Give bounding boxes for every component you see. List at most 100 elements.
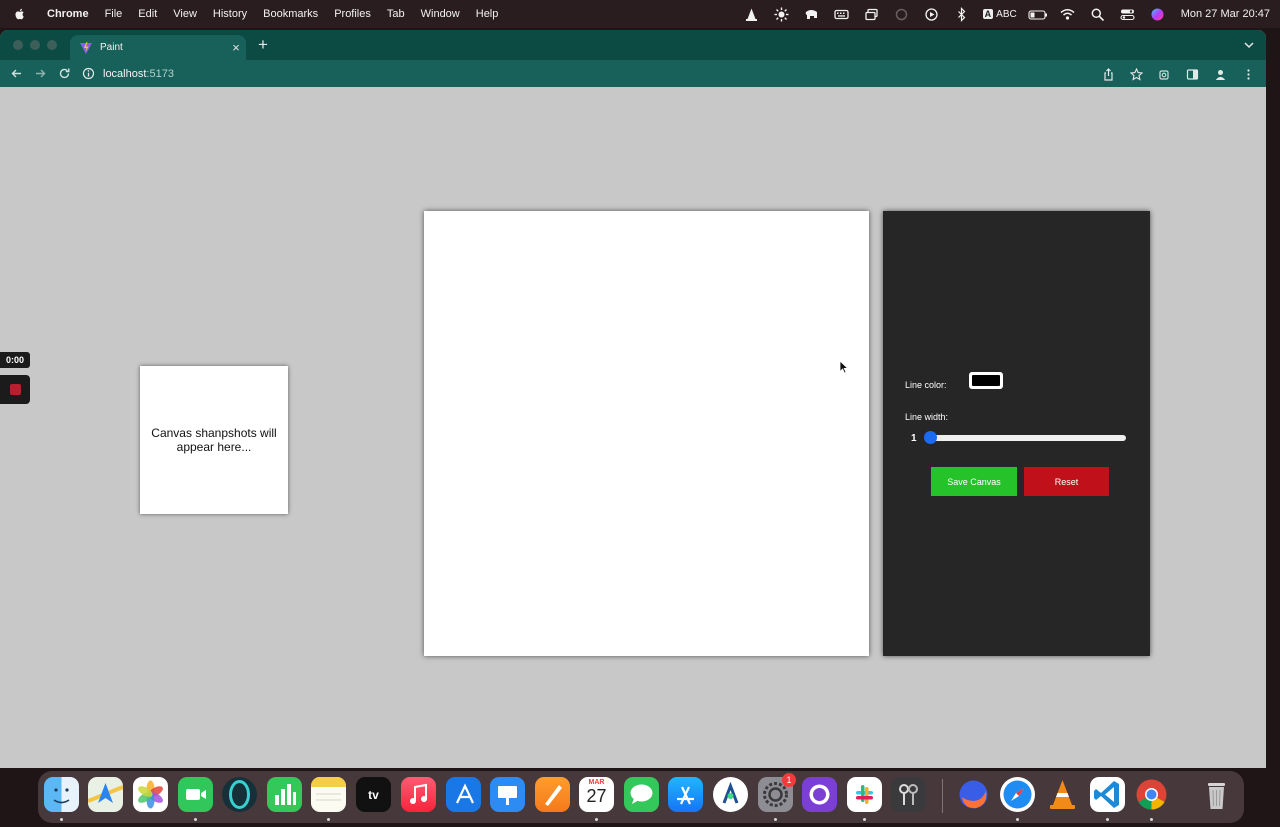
vlc-icon[interactable] bbox=[1045, 777, 1080, 812]
app-store-icon[interactable] bbox=[668, 777, 703, 812]
save-canvas-button[interactable]: Save Canvas bbox=[931, 467, 1017, 496]
music-icon[interactable] bbox=[401, 777, 436, 812]
input-source-menu[interactable]: A ABC bbox=[977, 9, 1023, 20]
tab-strip: Paint × + bbox=[0, 30, 1266, 60]
siri-icon[interactable] bbox=[1143, 0, 1173, 28]
facetime-icon[interactable] bbox=[178, 777, 213, 812]
keyboard-icon[interactable] bbox=[827, 0, 857, 28]
apple-tv-glyph: tv bbox=[368, 787, 379, 802]
side-panel-icon[interactable] bbox=[1180, 64, 1204, 84]
facetime-running-dot bbox=[194, 818, 197, 821]
input-source-a-icon: A bbox=[982, 9, 994, 19]
keynote-icon[interactable] bbox=[490, 777, 525, 812]
dock-separator bbox=[942, 779, 943, 813]
snapshots-panel: Canvas shanpshots will appear here... bbox=[140, 366, 288, 514]
macos-menu-bar: Chrome File Edit View History Bookmarks … bbox=[0, 0, 1280, 28]
keychain-access-icon[interactable] bbox=[891, 777, 926, 812]
trash-icon[interactable] bbox=[1199, 777, 1234, 812]
spotlight-search-icon[interactable] bbox=[1083, 0, 1113, 28]
cortana-ring-icon[interactable] bbox=[222, 777, 257, 812]
extensions-icon[interactable] bbox=[1152, 64, 1176, 84]
new-tab-plus-icon[interactable]: + bbox=[254, 36, 272, 54]
line-width-slider-thumb[interactable] bbox=[924, 431, 937, 444]
chrome-window: Paint × + localhost:5173 Canvas shanpsh… bbox=[0, 30, 1266, 768]
slack-icon[interactable] bbox=[847, 777, 882, 812]
notes-icon[interactable] bbox=[311, 777, 346, 812]
more-menu-icon[interactable] bbox=[1236, 64, 1260, 84]
zoom-window-button[interactable] bbox=[47, 40, 57, 50]
forward-arrow-icon[interactable] bbox=[28, 62, 52, 86]
safari-compass-icon[interactable] bbox=[1000, 777, 1035, 812]
line-color-picker[interactable] bbox=[969, 372, 1003, 389]
firefox-icon[interactable] bbox=[956, 777, 991, 812]
reload-icon[interactable] bbox=[52, 62, 76, 86]
tab-search-chevron-down-icon[interactable] bbox=[1242, 38, 1256, 52]
vscode-running-dot bbox=[1106, 818, 1109, 821]
close-window-button[interactable] bbox=[13, 40, 23, 50]
menu-help[interactable]: Help bbox=[468, 0, 507, 28]
profile-avatar-icon[interactable] bbox=[1208, 64, 1232, 84]
minimize-window-button[interactable] bbox=[30, 40, 40, 50]
macos-dock: tv MAR 27 1 bbox=[38, 771, 1244, 823]
battery-icon[interactable] bbox=[1023, 0, 1053, 28]
apple-logo-icon[interactable] bbox=[13, 7, 27, 21]
url-host: localhost bbox=[103, 67, 147, 80]
window-controls bbox=[13, 40, 57, 50]
menu-history[interactable]: History bbox=[205, 0, 255, 28]
finder-icon[interactable] bbox=[44, 777, 79, 812]
messages-icon[interactable] bbox=[624, 777, 659, 812]
menu-view[interactable]: View bbox=[165, 0, 205, 28]
numbers-icon[interactable] bbox=[267, 777, 302, 812]
back-arrow-icon[interactable] bbox=[4, 62, 28, 86]
apple-tv-icon[interactable]: tv bbox=[356, 777, 391, 812]
vlc-cone-icon[interactable] bbox=[737, 0, 767, 28]
dimmed-status-icon[interactable] bbox=[887, 0, 917, 28]
finder-running-dot bbox=[60, 818, 63, 821]
line-width-value: 1 bbox=[911, 433, 917, 444]
menu-bar-clock[interactable]: Mon 27 Mar 20:47 bbox=[1173, 8, 1270, 20]
controls-panel: Line color: Line width: 1 Save Canvas Re… bbox=[883, 211, 1150, 656]
menu-file[interactable]: File bbox=[97, 0, 131, 28]
menu-edit[interactable]: Edit bbox=[130, 0, 165, 28]
line-color-swatch bbox=[972, 375, 1000, 386]
calendar-running-dot bbox=[595, 818, 598, 821]
stop-square-icon bbox=[9, 384, 21, 395]
elephant-app-icon[interactable] bbox=[797, 0, 827, 28]
slack-running-dot bbox=[863, 818, 866, 821]
android-studio-icon[interactable] bbox=[713, 777, 748, 812]
menu-window[interactable]: Window bbox=[413, 0, 468, 28]
snapshots-placeholder-text: Canvas shanpshots will appear here... bbox=[151, 426, 277, 454]
menu-bookmarks[interactable]: Bookmarks bbox=[255, 0, 326, 28]
pages-icon[interactable] bbox=[535, 777, 570, 812]
window-stack-icon[interactable] bbox=[857, 0, 887, 28]
brightness-icon[interactable] bbox=[767, 0, 797, 28]
xcode-icon[interactable] bbox=[446, 777, 481, 812]
github-desktop-icon[interactable] bbox=[802, 777, 837, 812]
site-info-icon[interactable] bbox=[82, 67, 95, 80]
wifi-icon[interactable] bbox=[1053, 0, 1083, 28]
tab-close-icon[interactable]: × bbox=[226, 40, 246, 55]
menu-profiles[interactable]: Profiles bbox=[326, 0, 379, 28]
reset-button[interactable]: Reset bbox=[1024, 467, 1109, 496]
browser-toolbar: localhost:5173 bbox=[0, 60, 1266, 87]
bookmark-star-icon[interactable] bbox=[1124, 64, 1148, 84]
line-width-slider[interactable] bbox=[929, 435, 1126, 441]
recording-timer: 0:00 bbox=[0, 352, 30, 368]
vscode-icon[interactable] bbox=[1090, 777, 1125, 812]
chrome-running-dot bbox=[1150, 818, 1153, 821]
control-center-icon[interactable] bbox=[1113, 0, 1143, 28]
share-icon[interactable] bbox=[1096, 64, 1120, 84]
menu-tab[interactable]: Tab bbox=[379, 0, 413, 28]
bluetooth-icon[interactable] bbox=[947, 0, 977, 28]
chrome-icon[interactable] bbox=[1134, 777, 1169, 812]
tab-paint[interactable]: Paint × bbox=[70, 35, 246, 60]
settings-notification-badge: 1 bbox=[782, 773, 796, 787]
photos-icon[interactable] bbox=[133, 777, 168, 812]
drawing-canvas[interactable] bbox=[424, 211, 869, 656]
play-circle-icon[interactable] bbox=[917, 0, 947, 28]
menu-app-name[interactable]: Chrome bbox=[39, 0, 97, 28]
address-bar[interactable]: localhost:5173 bbox=[82, 63, 1112, 84]
maps-icon[interactable] bbox=[88, 777, 123, 812]
recording-stop-button[interactable] bbox=[0, 375, 30, 404]
calendar-icon[interactable]: MAR 27 bbox=[579, 777, 614, 812]
